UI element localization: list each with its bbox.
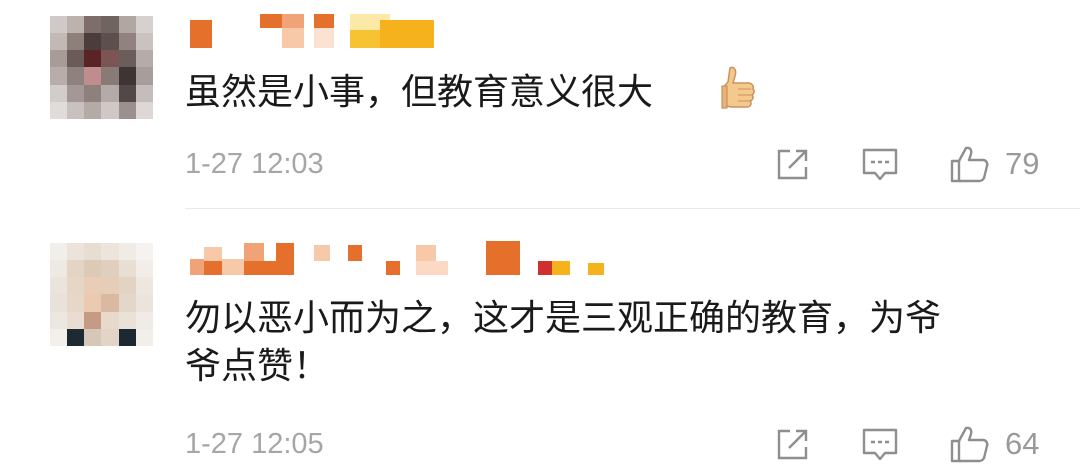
comment-button[interactable] — [860, 144, 900, 184]
like-icon — [950, 426, 989, 463]
like-icon — [950, 146, 989, 183]
comment-text: 虽然是小事，但教育意义很大 — [185, 69, 785, 117]
username[interactable] — [190, 239, 620, 275]
avatar[interactable] — [50, 16, 153, 119]
avatar[interactable] — [50, 243, 153, 346]
comment-text: 勿以恶小而为之，这才是三观正确的教育，为爷 爷点赞！ — [185, 295, 1035, 391]
comment-item: 勿以恶小而为之，这才是三观正确的教育，为爷 爷点赞！ 1-27 12:05 64 — [0, 209, 1080, 470]
thumbs-up-emoji-icon — [718, 64, 756, 116]
like-button[interactable] — [948, 144, 989, 184]
like-count: 79 — [1005, 146, 1040, 181]
comment-text-line: 虽然是小事，但教育意义很大 — [185, 72, 654, 113]
comment-button[interactable] — [860, 424, 900, 464]
share-icon — [777, 429, 808, 460]
comment-icon — [862, 148, 898, 181]
comment-item: 虽然是小事，但教育意义很大 1-27 12:03 79 — [0, 0, 1080, 209]
share-button[interactable] — [773, 424, 813, 464]
share-icon — [777, 149, 808, 180]
comment-time: 1-27 12:03 — [185, 148, 324, 180]
comment-text-line: 爷点赞！ — [185, 346, 330, 387]
comment-icon — [862, 428, 898, 461]
like-count: 64 — [1005, 426, 1040, 461]
comment-time: 1-27 12:05 — [185, 428, 324, 460]
username[interactable] — [190, 14, 450, 50]
share-button[interactable] — [773, 144, 813, 184]
like-button[interactable] — [948, 424, 989, 464]
comment-text-line: 勿以恶小而为之，这才是三观正确的教育，为爷 — [185, 298, 942, 339]
